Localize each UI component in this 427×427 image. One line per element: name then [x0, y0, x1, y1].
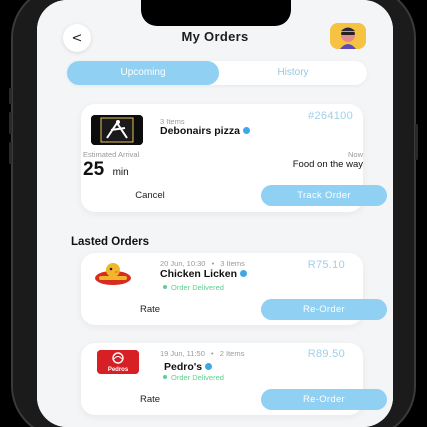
delivered-dot-icon [163, 285, 167, 290]
order-meta: 19 Jun, 11:50 • 2 Items [160, 349, 244, 358]
separator-dot: • [211, 349, 214, 358]
chicken-licken-logo-icon [95, 263, 131, 285]
verified-icon [205, 362, 213, 370]
order-card: Pedros 19 Jun, 11:50 • 2 Items Pedro's R… [81, 343, 387, 415]
tab-history[interactable]: History [219, 61, 367, 85]
order-number: #264100 [308, 110, 353, 122]
separator-dot: • [211, 259, 215, 268]
tab-upcoming[interactable]: Upcoming [67, 61, 219, 85]
order-items: 2 Items [219, 349, 245, 358]
order-card: 20 Jun, 10:30 • 3 Items Chicken Licken R… [81, 253, 387, 325]
debonairs-logo-icon [91, 115, 143, 145]
eta-unit: min [112, 167, 129, 178]
order-tabs: Upcoming History [67, 61, 367, 85]
verified-icon [240, 269, 248, 277]
cancel-button[interactable]: Cancel [115, 186, 185, 206]
track-order-button[interactable]: Track Order [261, 185, 387, 206]
pedros-logo-icon: Pedros [97, 350, 139, 374]
restaurant-name: Chicken Licken [160, 268, 238, 280]
eta-label: Estimated Arrival [83, 150, 140, 159]
current-order-restaurant: Debonairs pizza [160, 125, 250, 137]
restaurant-name: Pedro's [164, 361, 203, 373]
verified-icon [242, 126, 250, 134]
mute-switch [9, 142, 12, 164]
eta-value: 25 [83, 159, 105, 180]
status-value: Food on the way [292, 159, 363, 170]
pedros-logo-text: Pedros [108, 367, 129, 373]
chicken-licken-logo [87, 260, 139, 290]
volume-up-button [9, 88, 12, 104]
order-date: 20 Jun, 10:30 [160, 259, 206, 268]
order-status: Order Delivered [163, 373, 224, 382]
power-button [415, 124, 418, 160]
pedros-logo: Pedros [97, 350, 139, 374]
user-avatar-icon[interactable] [330, 23, 366, 49]
reorder-button[interactable]: Re-Order [261, 299, 387, 320]
order-restaurant: Chicken Licken [160, 268, 248, 280]
order-date: 19 Jun, 11:50 [160, 349, 205, 358]
reorder-button[interactable]: Re-Order [261, 389, 387, 410]
order-status: Order Delivered [163, 283, 224, 292]
notch [141, 0, 291, 26]
debonairs-logo [91, 115, 143, 145]
order-restaurant: Pedro's [164, 361, 213, 373]
order-items: 3 Items [220, 259, 245, 268]
delivered-dot-icon [163, 375, 167, 380]
restaurant-name: Debonairs pizza [160, 125, 240, 137]
order-status-text: Order Delivered [171, 283, 224, 292]
order-status-text: Order Delivered [171, 373, 224, 382]
status-label: Now [347, 150, 363, 159]
eta: 25 min [83, 159, 129, 181]
rate-button[interactable]: Rate [115, 300, 185, 320]
order-price: R89.50 [307, 348, 345, 360]
avatar-illustration [330, 23, 366, 49]
order-meta: 20 Jun, 10:30 • 3 Items [160, 259, 245, 268]
rate-button[interactable]: Rate [115, 390, 185, 410]
order-price: R75.10 [307, 259, 345, 271]
volume-down-button [9, 112, 12, 134]
latest-orders-title: Lasted Orders [71, 236, 149, 248]
phone-screen: < My Orders Upcoming History 3 Items Deb… [37, 0, 393, 427]
current-order-card: 3 Items Debonairs pizza #264100 Estimate… [81, 104, 387, 212]
